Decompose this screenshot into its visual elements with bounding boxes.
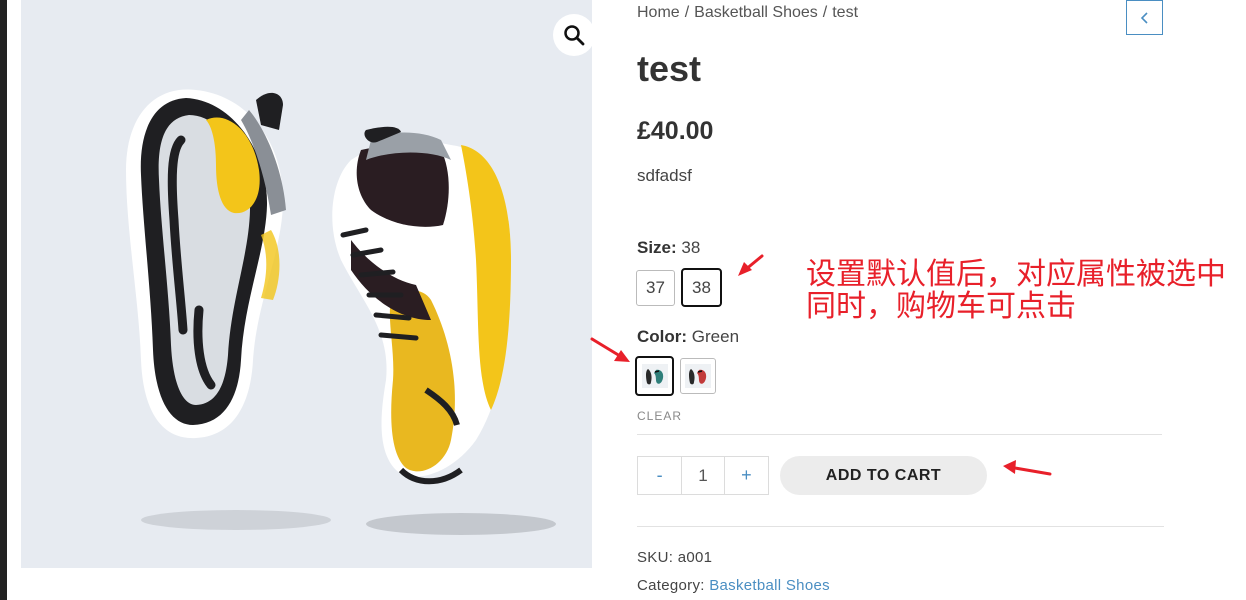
divider [637,434,1162,435]
breadcrumb-separator: / [684,4,690,21]
clear-selection-link[interactable]: CLEAR [637,409,682,423]
color-option-red[interactable] [680,358,716,394]
category-link[interactable]: Basketball Shoes [709,577,830,594]
add-to-cart-button[interactable]: ADD TO CART [780,456,987,495]
breadcrumb-current: test [832,4,859,21]
size-option-37[interactable]: 37 [636,270,675,306]
label-colon: : [671,238,682,257]
color-label: Color [637,327,682,346]
divider [637,526,1164,527]
quantity-input[interactable]: 1 [681,457,725,494]
product-price: £40.00 [637,117,714,145]
arrow-to-cart-icon [1003,460,1052,476]
size-attribute-label: Size: 38 [637,238,700,258]
breadcrumb-category[interactable]: Basketball Shoes [694,4,818,21]
arrow-to-color-icon [590,337,630,362]
product-title: test [637,48,702,89]
chevron-left-icon [1140,11,1148,24]
color-option-green-selected[interactable] [635,356,674,396]
shoes-illustration [126,89,556,535]
previous-product-button[interactable] [1126,0,1163,35]
arrow-to-size-icon [738,254,764,276]
red-shoe-thumbnail [685,364,711,388]
annotation-text: 设置默认值后，对应属性被选中 同时，购物车可点击 [806,259,1226,323]
quantity-decrement-button[interactable]: - [638,457,681,494]
category-label: Category: [637,577,705,594]
size-label: Size [637,238,672,257]
magnifier-icon [564,25,585,46]
breadcrumb-home[interactable]: Home [637,4,680,21]
breadcrumb-separator: / [822,4,828,21]
sku-label: SKU: [637,549,674,566]
product-sku: SKU: a001 [637,549,712,566]
color-attribute-label: Color: Green [637,327,739,347]
sku-value: a001 [677,549,713,566]
size-option-38-selected[interactable]: 38 [681,268,722,307]
annotation-line-2: 同时，购物车可点击 [806,289,1076,324]
green-shoe-thumbnail [641,364,668,388]
quantity-increment-button[interactable]: + [725,457,768,494]
size-selected-value: 38 [681,238,701,257]
quantity-stepper: - 1 + [637,456,769,495]
product-short-description: sdfadsf [637,166,692,185]
breadcrumb: Home / Basketball Shoes / test [637,4,858,22]
zoom-button[interactable] [553,14,592,56]
window-edge [0,0,7,600]
product-category: Category: Basketball Shoes [637,577,830,594]
product-image[interactable] [21,0,592,568]
color-selected-value: Green [691,327,740,346]
label-colon: : [681,327,692,346]
annotation-line-1: 设置默认值后，对应属性被选中 [806,257,1226,292]
